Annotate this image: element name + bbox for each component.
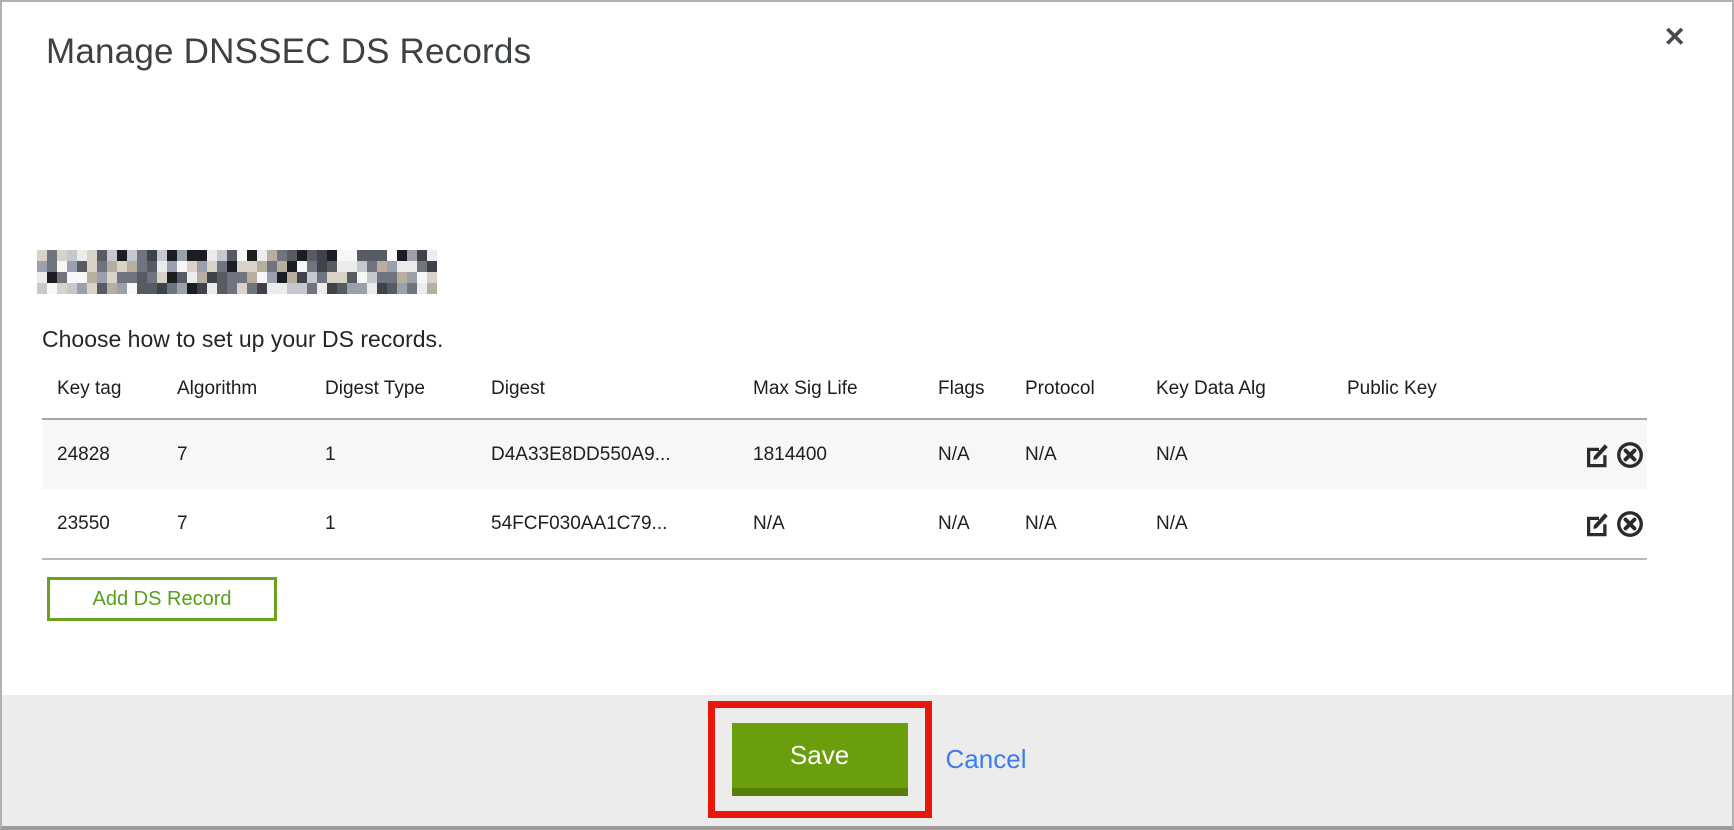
add-ds-record-button[interactable]: Add DS Record (47, 577, 277, 621)
row-actions (1522, 439, 1647, 470)
cell-key-tag: 24828 (42, 419, 177, 489)
column-header-flags: Flags (938, 364, 1025, 419)
column-header-protocol: Protocol (1025, 364, 1156, 419)
close-icon: ✕ (1663, 22, 1686, 52)
column-header-digest-type: Digest Type (325, 364, 491, 419)
cell-flags: N/A (938, 489, 1025, 559)
cell-digest-type: 1 (325, 489, 491, 559)
annotation-highlight-box: Save (708, 701, 932, 818)
cell-protocol: N/A (1025, 419, 1156, 489)
cell-public-key (1347, 419, 1522, 489)
cell-key-data-alg: N/A (1156, 489, 1347, 559)
edit-record-icon[interactable] (1582, 439, 1613, 470)
table-row: 235507154FCF030AA1C79...N/AN/AN/AN/A (42, 489, 1647, 559)
cell-key-data-alg: N/A (1156, 419, 1347, 489)
delete-record-icon[interactable] (1614, 508, 1645, 539)
cell-protocol: N/A (1025, 489, 1156, 559)
column-header-digest: Digest (491, 364, 753, 419)
column-header-algorithm: Algorithm (177, 364, 325, 419)
column-header-max-sig-life: Max Sig Life (753, 364, 938, 419)
instruction-text: Choose how to set up your DS records. (42, 326, 443, 353)
column-header-key-tag: Key tag (42, 364, 177, 419)
page-title: Manage DNSSEC DS Records (46, 32, 531, 72)
column-header-public-key: Public Key (1347, 364, 1522, 419)
cell-public-key (1347, 489, 1522, 559)
cell-digest: D4A33E8DD550A9... (491, 419, 753, 489)
save-button[interactable]: Save (732, 723, 908, 796)
table-row: 2482871D4A33E8DD550A9...1814400N/AN/AN/A (42, 419, 1647, 489)
close-button[interactable]: ✕ (1663, 24, 1686, 51)
cell-algorithm: 7 (177, 489, 325, 559)
ds-records-table: Key tagAlgorithmDigest TypeDigestMax Sig… (42, 364, 1647, 560)
row-actions (1522, 508, 1647, 539)
cancel-link[interactable]: Cancel (946, 744, 1027, 775)
cell-digest-type: 1 (325, 419, 491, 489)
table-body: 2482871D4A33E8DD550A9...1814400N/AN/AN/A… (42, 419, 1647, 559)
cell-max-sig-life: N/A (753, 489, 938, 559)
header-row: Key tagAlgorithmDigest TypeDigestMax Sig… (42, 364, 1647, 419)
modal-footer: Save Cancel (2, 695, 1732, 826)
manage-dnssec-dialog: Manage DNSSEC DS Records ✕ Choose how to… (0, 0, 1734, 830)
cell-max-sig-life: 1814400 (753, 419, 938, 489)
delete-record-icon[interactable] (1614, 439, 1645, 470)
column-header-key-data-alg: Key Data Alg (1156, 364, 1347, 419)
cell-algorithm: 7 (177, 419, 325, 489)
edit-record-icon[interactable] (1582, 508, 1613, 539)
cell-digest: 54FCF030AA1C79... (491, 489, 753, 559)
domain-name-redacted (37, 250, 437, 294)
cell-key-tag: 23550 (42, 489, 177, 559)
cell-flags: N/A (938, 419, 1025, 489)
